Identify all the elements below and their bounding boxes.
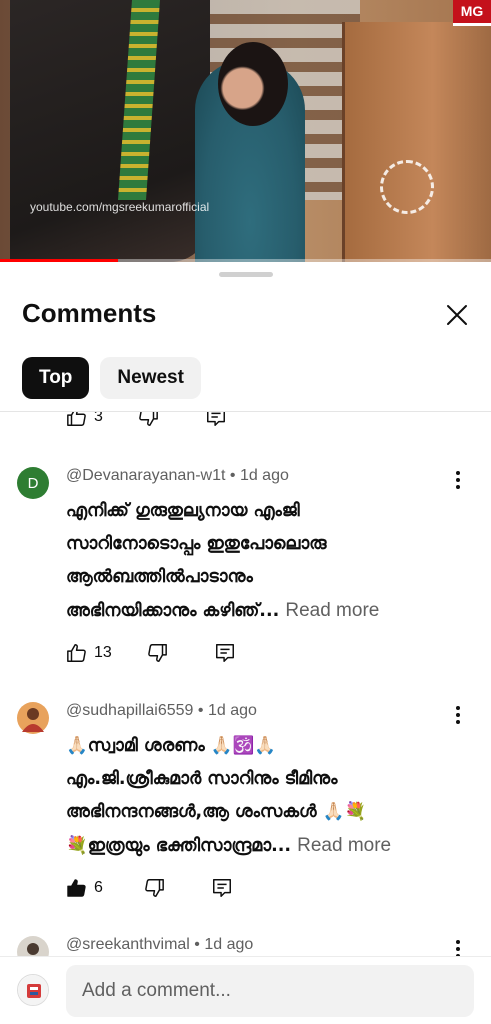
comment-item: D @Devanarayanan-w1t • 1d ago എനിക്ക് ഗു… [0, 467, 491, 687]
sort-chips: Top Newest [22, 357, 201, 399]
reply-button[interactable] [214, 642, 236, 664]
thumbs-up-filled-icon [67, 879, 86, 897]
avatar-letter: D [27, 474, 39, 492]
comments-sheet: Comments Top Newest 3 D @Devanarayanan-w… [0, 262, 491, 1024]
read-more-link[interactable]: Read more [297, 835, 391, 856]
read-more-link[interactable]: Read more [285, 600, 379, 621]
more-vertical-icon [456, 471, 460, 489]
avatar[interactable] [17, 702, 49, 734]
reply-icon [212, 879, 231, 897]
reply-icon [206, 412, 225, 426]
reply-button[interactable] [205, 412, 227, 428]
video-background-door [342, 22, 491, 262]
comment-list[interactable]: 3 D @Devanarayanan-w1t • 1d ago എനിക്ക് … [0, 412, 491, 958]
comment-author[interactable]: @sudhapillai6559 [66, 702, 193, 719]
thumbs-down-icon [145, 879, 164, 897]
video-player[interactable]: youtube.com/mgsreekumarofficial MG [0, 0, 491, 262]
comment-time: 1d ago [204, 936, 254, 953]
comment-actions: 6 [66, 877, 233, 899]
reply-button[interactable] [211, 877, 233, 899]
reply-icon [215, 644, 234, 662]
comment-item: @sreekanthvimal • 1d ago [0, 936, 491, 958]
comment-text: എനിക്ക് ഗുരുതുല്യനായ എംജി സാറിനോടൊപ്പം ഇ… [66, 501, 380, 621]
avatar-image [17, 702, 49, 734]
channel-logo: MG [453, 0, 491, 26]
like-count: 6 [94, 879, 103, 896]
chip-newest[interactable]: Newest [100, 357, 201, 399]
comment-item: @sudhapillai6559 • 1d ago 🙏🏻സ്വാമി ശരണം … [0, 702, 491, 922]
comment-menu-button[interactable] [451, 704, 465, 726]
avatar[interactable] [17, 936, 49, 958]
like-button[interactable]: 3 [66, 412, 103, 428]
previous-comment-actions: 3 [66, 412, 227, 428]
close-icon [447, 305, 467, 325]
comment-text: 🙏🏻സ്വാമി ശരണം 🙏🏻🕉️🙏🏻 എം.ജി.ശ്രീകുമാർ സാറ… [66, 736, 392, 856]
avatar-image [17, 936, 49, 958]
like-count: 13 [94, 644, 112, 661]
dislike-button[interactable] [143, 877, 165, 899]
comment-author[interactable]: @Devanarayanan-w1t [66, 467, 225, 484]
dislike-button[interactable] [137, 412, 159, 428]
video-person-man [10, 0, 210, 262]
video-person-girl-head [218, 42, 288, 126]
thumbs-down-icon [139, 412, 158, 426]
like-count: 3 [94, 412, 103, 425]
drag-handle[interactable] [219, 272, 273, 277]
thumbs-up-icon [67, 644, 86, 662]
user-avatar-image [18, 975, 48, 1005]
more-vertical-icon [456, 706, 460, 724]
comment-menu-button[interactable] [451, 938, 465, 958]
video-chalk-drawing [380, 160, 434, 214]
like-button[interactable]: 6 [66, 877, 103, 899]
thumbs-up-icon [67, 412, 86, 426]
comment-time: 1d ago [239, 467, 289, 484]
thumbs-down-icon [147, 644, 167, 662]
comment-time: 1d ago [207, 702, 257, 719]
comment-meta: @Devanarayanan-w1t • 1d ago [66, 467, 289, 484]
close-button[interactable] [442, 300, 472, 330]
comment-actions: 13 [66, 642, 236, 664]
comment-meta: @sreekanthvimal • 1d ago [66, 936, 254, 953]
like-button[interactable]: 13 [66, 642, 112, 664]
video-watermark: youtube.com/mgsreekumarofficial [30, 200, 210, 214]
user-avatar[interactable] [17, 974, 49, 1006]
add-comment-input[interactable]: Add a comment... [66, 965, 474, 1017]
dislike-button[interactable] [146, 642, 168, 664]
comment-author[interactable]: @sreekanthvimal [66, 936, 190, 953]
comment-menu-button[interactable] [451, 469, 465, 491]
more-vertical-icon [456, 940, 460, 958]
avatar[interactable]: D [17, 467, 49, 499]
chip-top[interactable]: Top [22, 357, 90, 399]
comment-meta: @sudhapillai6559 • 1d ago [66, 702, 257, 719]
comments-title: Comments [22, 298, 157, 328]
comment-composer: Add a comment... [0, 956, 491, 1024]
